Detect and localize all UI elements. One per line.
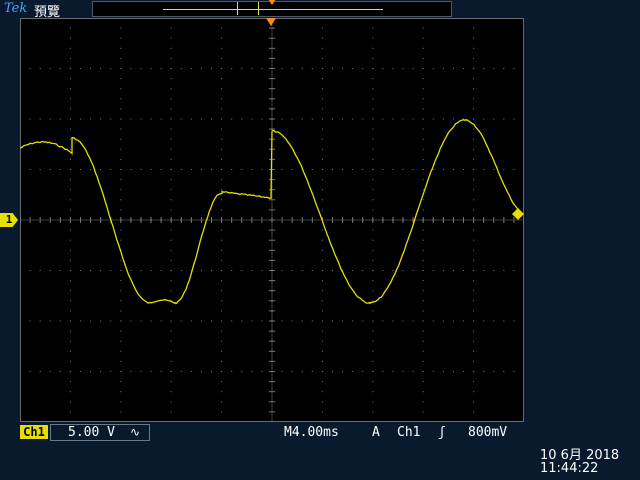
- graticule-and-trace: [20, 18, 524, 422]
- record-line: [163, 9, 383, 10]
- trigger-mode: A: [372, 425, 380, 440]
- trigger-slope-icon: ʃ: [438, 425, 446, 440]
- coupling-icon: ∿: [130, 425, 141, 439]
- view-window-bracket[interactable]: [237, 2, 259, 15]
- bottom-readout-bar: Ch1 5.00 V ∿ M4.00ms A Ch1 ʃ 800mV 10 6月…: [0, 424, 640, 480]
- brand-logo: Tek: [4, 1, 28, 16]
- trigger-source: Ch1: [397, 425, 421, 440]
- waveform-display[interactable]: [20, 18, 524, 422]
- graticule-grid: [20, 18, 524, 421]
- record-overview-bar[interactable]: [92, 0, 452, 17]
- timebase-readout: M4.00ms: [284, 425, 339, 440]
- trigger-point-icon: [266, 18, 276, 26]
- volts-per-div: 5.00 V: [68, 425, 115, 440]
- trigger-level: 800mV: [468, 425, 508, 440]
- top-status-bar: Tek 預覽: [0, 0, 640, 20]
- time-readout: 11:44:22: [540, 461, 599, 476]
- ch1-waveform-trace: [20, 119, 519, 305]
- trigger-position-icon: [268, 0, 276, 5]
- ch1-ground-marker[interactable]: 1: [0, 213, 18, 227]
- channel-label[interactable]: Ch1: [20, 425, 48, 439]
